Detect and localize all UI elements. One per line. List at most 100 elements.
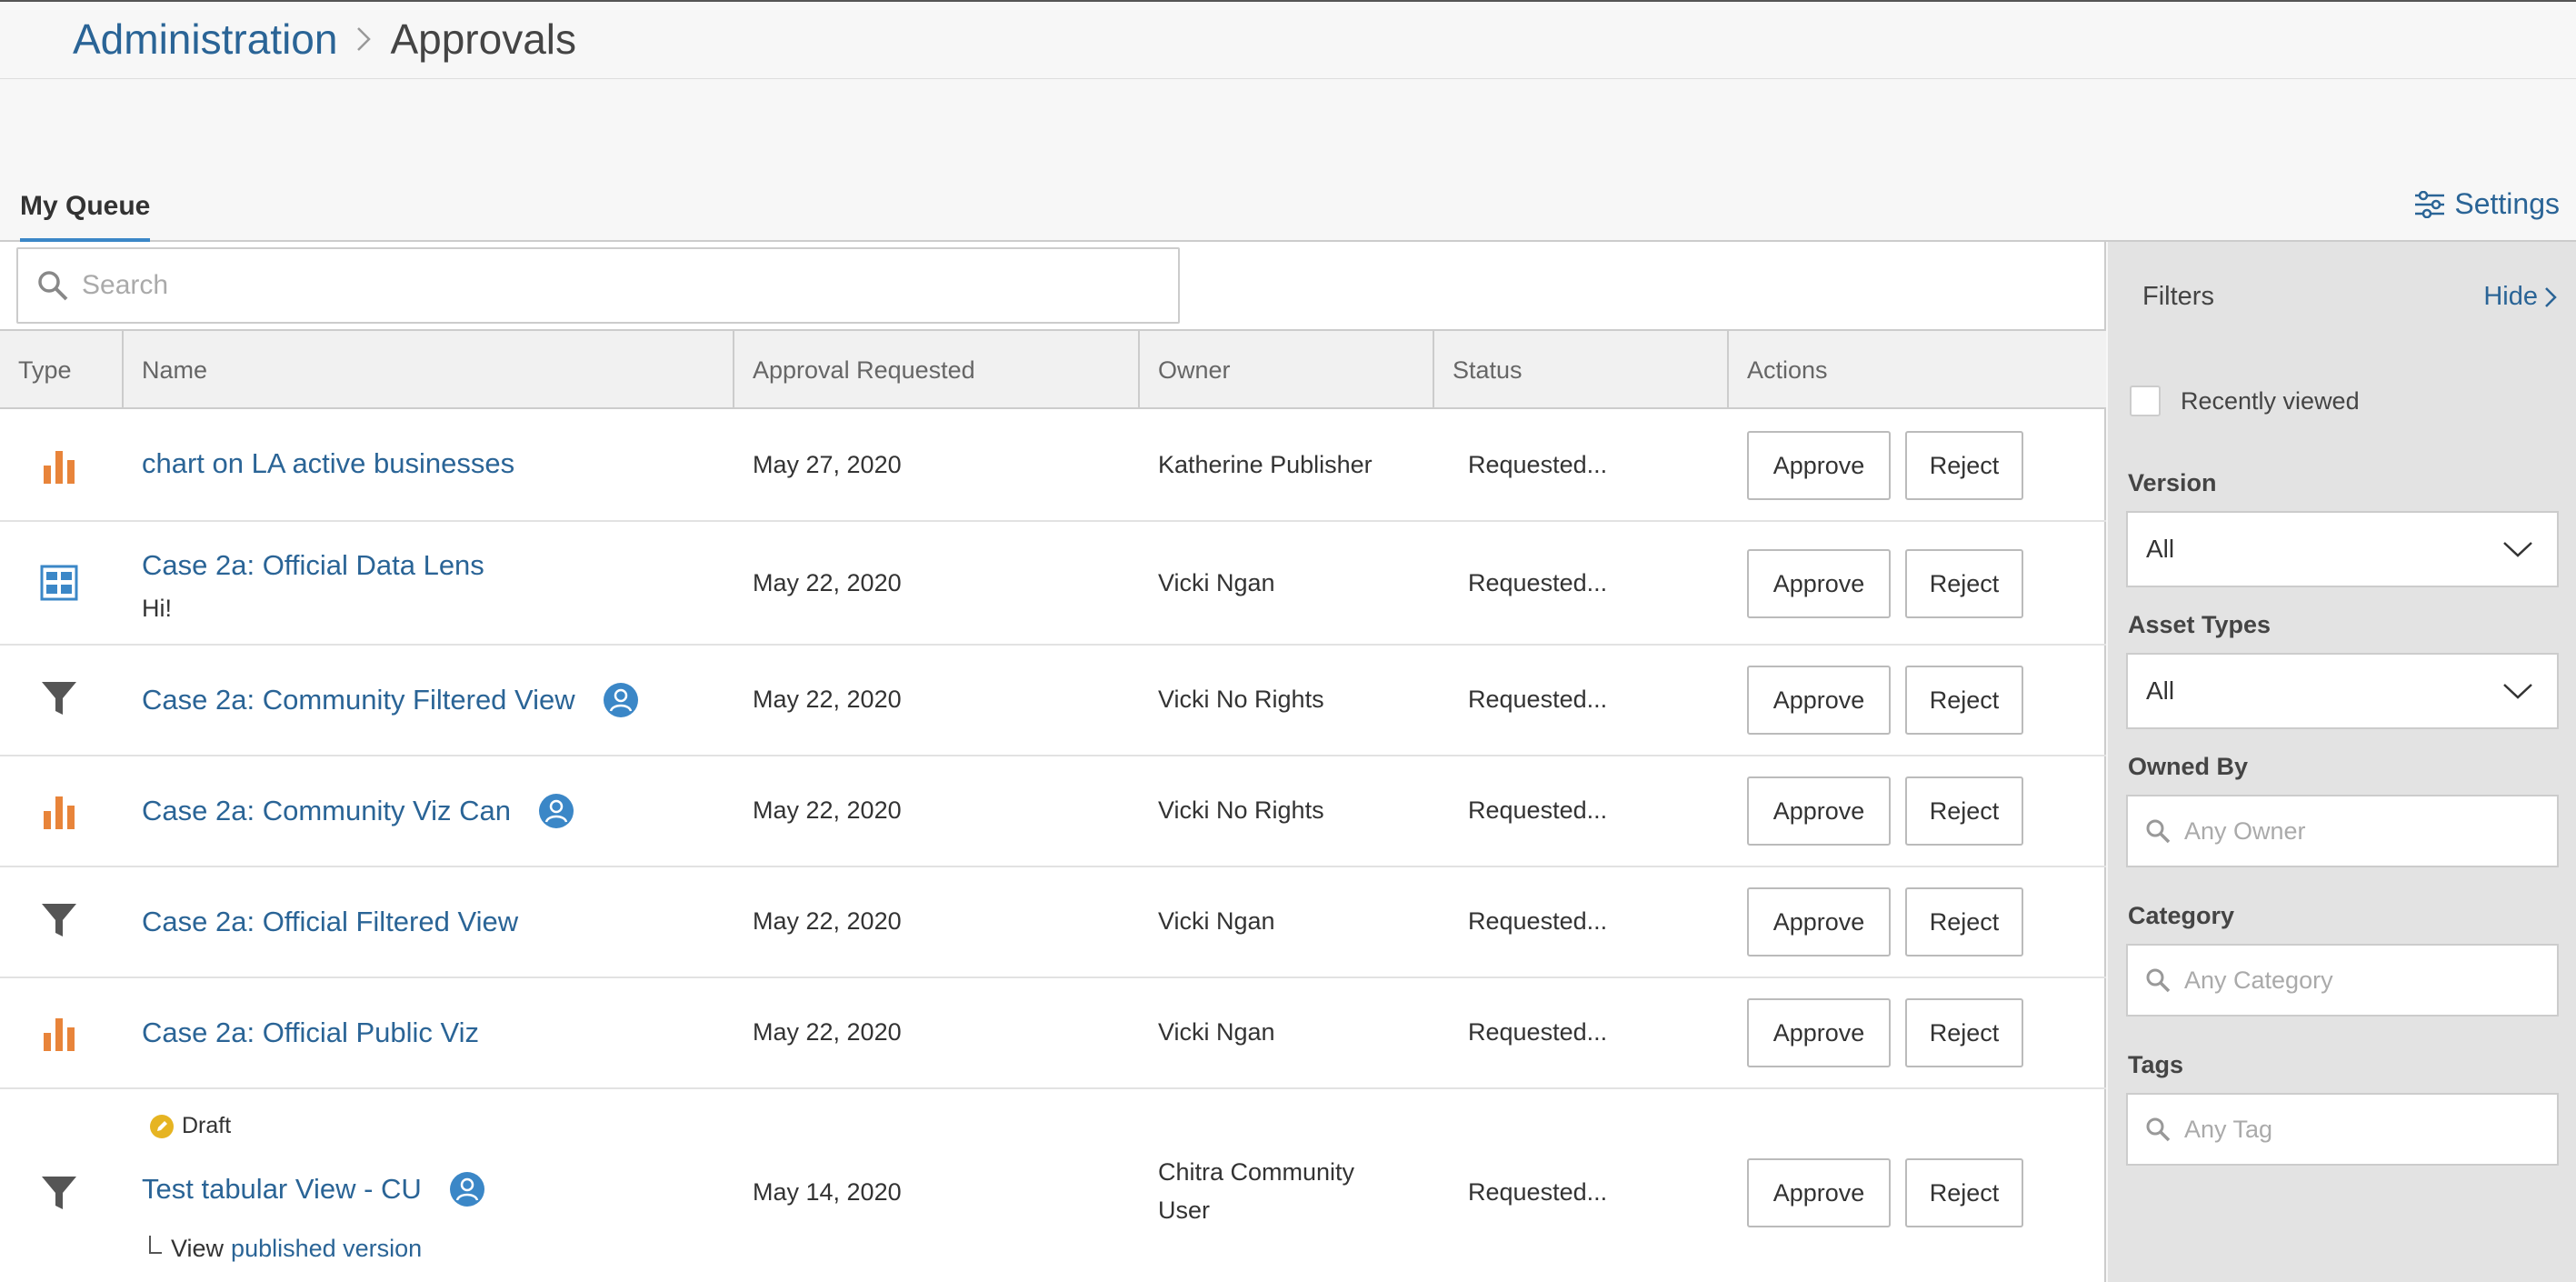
asset-types-select[interactable]: All (2126, 653, 2559, 729)
approval-date: May 22, 2020 (753, 796, 902, 824)
table-row: Draft Test tabular View - CU View publis… (0, 1089, 2106, 1282)
asset-name-link[interactable]: Case 2a: Official Data Lens (142, 549, 484, 582)
reject-button[interactable]: Reject (1905, 776, 2023, 846)
reject-button[interactable]: Reject (1905, 549, 2023, 618)
approval-date: May 22, 2020 (753, 1018, 902, 1046)
search-input[interactable] (82, 270, 1082, 301)
approval-date: May 22, 2020 (753, 569, 902, 596)
filters-title: Filters (2142, 282, 2214, 311)
owner-name: Vicki No Rights (1158, 796, 1324, 824)
status-text: Requested... (1468, 1178, 1608, 1206)
asset-name-link[interactable]: Case 2a: Official Filtered View (142, 906, 518, 938)
recently-viewed-label[interactable]: Recently viewed (2181, 387, 2360, 416)
status-text: Requested... (1468, 1018, 1608, 1046)
community-user-icon (538, 793, 574, 829)
table-row: Case 2a: Official Public Viz May 22, 202… (0, 978, 2106, 1089)
filter-icon (36, 1175, 82, 1216)
draft-label: Draft (182, 1113, 232, 1138)
search-icon (2146, 968, 2171, 993)
category-input[interactable]: Any Category (2126, 944, 2559, 1017)
asset-types-label: Asset Types (2128, 611, 2271, 638)
table-row: Case 2a: Official Data Lens Hi! May 22, … (0, 522, 2106, 646)
chevron-right-icon (355, 25, 372, 53)
breadcrumb-administration[interactable]: Administration (73, 15, 337, 64)
asset-name: Test tabular View - CU (142, 1171, 485, 1207)
published-version-link[interactable]: published version (231, 1235, 422, 1263)
status-text: Requested... (1468, 451, 1608, 478)
category-label: Category (2128, 902, 2235, 929)
hide-label: Hide (2483, 282, 2538, 311)
tab-bar: My Queue Settings (0, 173, 2576, 244)
published-version-line: View published version (149, 1235, 422, 1263)
status-text: Requested... (1468, 569, 1608, 596)
recently-viewed-checkbox[interactable] (2130, 386, 2161, 416)
tab-my-queue[interactable]: My Queue (20, 191, 151, 244)
asset-name: Case 2a: Community Filtered View (142, 682, 639, 718)
owned-by-label: Owned By (2128, 753, 2249, 780)
chevron-down-icon (2503, 542, 2532, 557)
approve-button[interactable]: Approve (1747, 776, 1891, 846)
column-header-name[interactable]: Name (124, 331, 734, 409)
reject-button[interactable]: Reject (1905, 887, 2023, 956)
reject-button[interactable]: Reject (1905, 1158, 2023, 1227)
status-text: Requested... (1468, 686, 1608, 713)
version-select[interactable]: All (2126, 511, 2559, 587)
version-label: Version (2128, 469, 2217, 496)
filters-panel: Filters Hide Recently viewed Version All… (2108, 242, 2576, 1282)
settings-label: Settings (2454, 187, 2560, 220)
approve-button[interactable]: Approve (1747, 549, 1891, 618)
status-text: Requested... (1468, 796, 1608, 824)
approve-button[interactable]: Approve (1747, 998, 1891, 1067)
reject-button[interactable]: Reject (1905, 666, 2023, 735)
breadcrumb: Administration Approvals (73, 15, 576, 64)
bar-chart-icon (36, 1015, 82, 1056)
approve-button[interactable]: Approve (1747, 887, 1891, 956)
version-value: All (2146, 535, 2175, 563)
column-header-approval-requested[interactable]: Approval Requested (734, 331, 1140, 409)
filter-icon (36, 902, 82, 943)
approve-button[interactable]: Approve (1747, 666, 1891, 735)
approval-date: May 14, 2020 (753, 1178, 902, 1206)
chevron-right-icon (2545, 286, 2557, 307)
settings-button[interactable]: Settings (2414, 187, 2560, 221)
reject-button[interactable]: Reject (1905, 431, 2023, 500)
table-row: Case 2a: Community Viz Can May 22, 2020 … (0, 756, 2106, 867)
search-icon (38, 271, 68, 301)
column-header-owner[interactable]: Owner (1140, 331, 1434, 409)
approval-date: May 22, 2020 (753, 907, 902, 935)
asset-types-value: All (2146, 676, 2175, 705)
owner-name: Vicki No Rights (1158, 686, 1324, 713)
queue-panel: Type Name Approval Requested Owner Statu… (0, 242, 2106, 1282)
approve-button[interactable]: Approve (1747, 1158, 1891, 1227)
search-box[interactable] (16, 247, 1180, 324)
owner-name-line1: Chitra Community (1158, 1158, 1355, 1186)
approve-button[interactable]: Approve (1747, 431, 1891, 500)
community-user-icon (449, 1171, 485, 1207)
table-row: chart on LA active businesses May 27, 20… (0, 411, 2106, 522)
owned-by-input[interactable]: Any Owner (2126, 795, 2559, 867)
owner-name: Vicki Ngan (1158, 569, 1275, 596)
table-header: Type Name Approval Requested Owner Statu… (0, 329, 2106, 409)
table-row: Case 2a: Official Filtered View May 22, … (0, 867, 2106, 978)
bar-chart-icon (36, 447, 82, 488)
approval-date: May 27, 2020 (753, 451, 902, 478)
column-header-status[interactable]: Status (1434, 331, 1729, 409)
owner-name-line2: User (1158, 1197, 1211, 1224)
settings-sliders-icon (2415, 190, 2445, 218)
hide-filters-button[interactable]: Hide (2483, 282, 2558, 312)
filter-icon (36, 680, 82, 721)
bar-chart-icon (36, 793, 82, 834)
view-prefix: View (171, 1235, 225, 1262)
column-header-type[interactable]: Type (0, 331, 124, 409)
asset-name-link[interactable]: Case 2a: Official Public Viz (142, 1017, 479, 1049)
asset-name-link[interactable]: chart on LA active businesses (142, 447, 514, 480)
owner-name: Katherine Publisher (1158, 451, 1373, 478)
reject-button[interactable]: Reject (1905, 998, 2023, 1067)
tags-input[interactable]: Any Tag (2126, 1093, 2559, 1166)
tags-label: Tags (2128, 1051, 2184, 1078)
asset-name-link[interactable]: Case 2a: Community Filtered View (142, 684, 575, 716)
asset-name-link[interactable]: Case 2a: Community Viz Can (142, 795, 511, 827)
asset-name-link[interactable]: Test tabular View - CU (142, 1173, 422, 1206)
table-row: Case 2a: Community Filtered View May 22,… (0, 646, 2106, 756)
search-icon (2146, 819, 2171, 844)
